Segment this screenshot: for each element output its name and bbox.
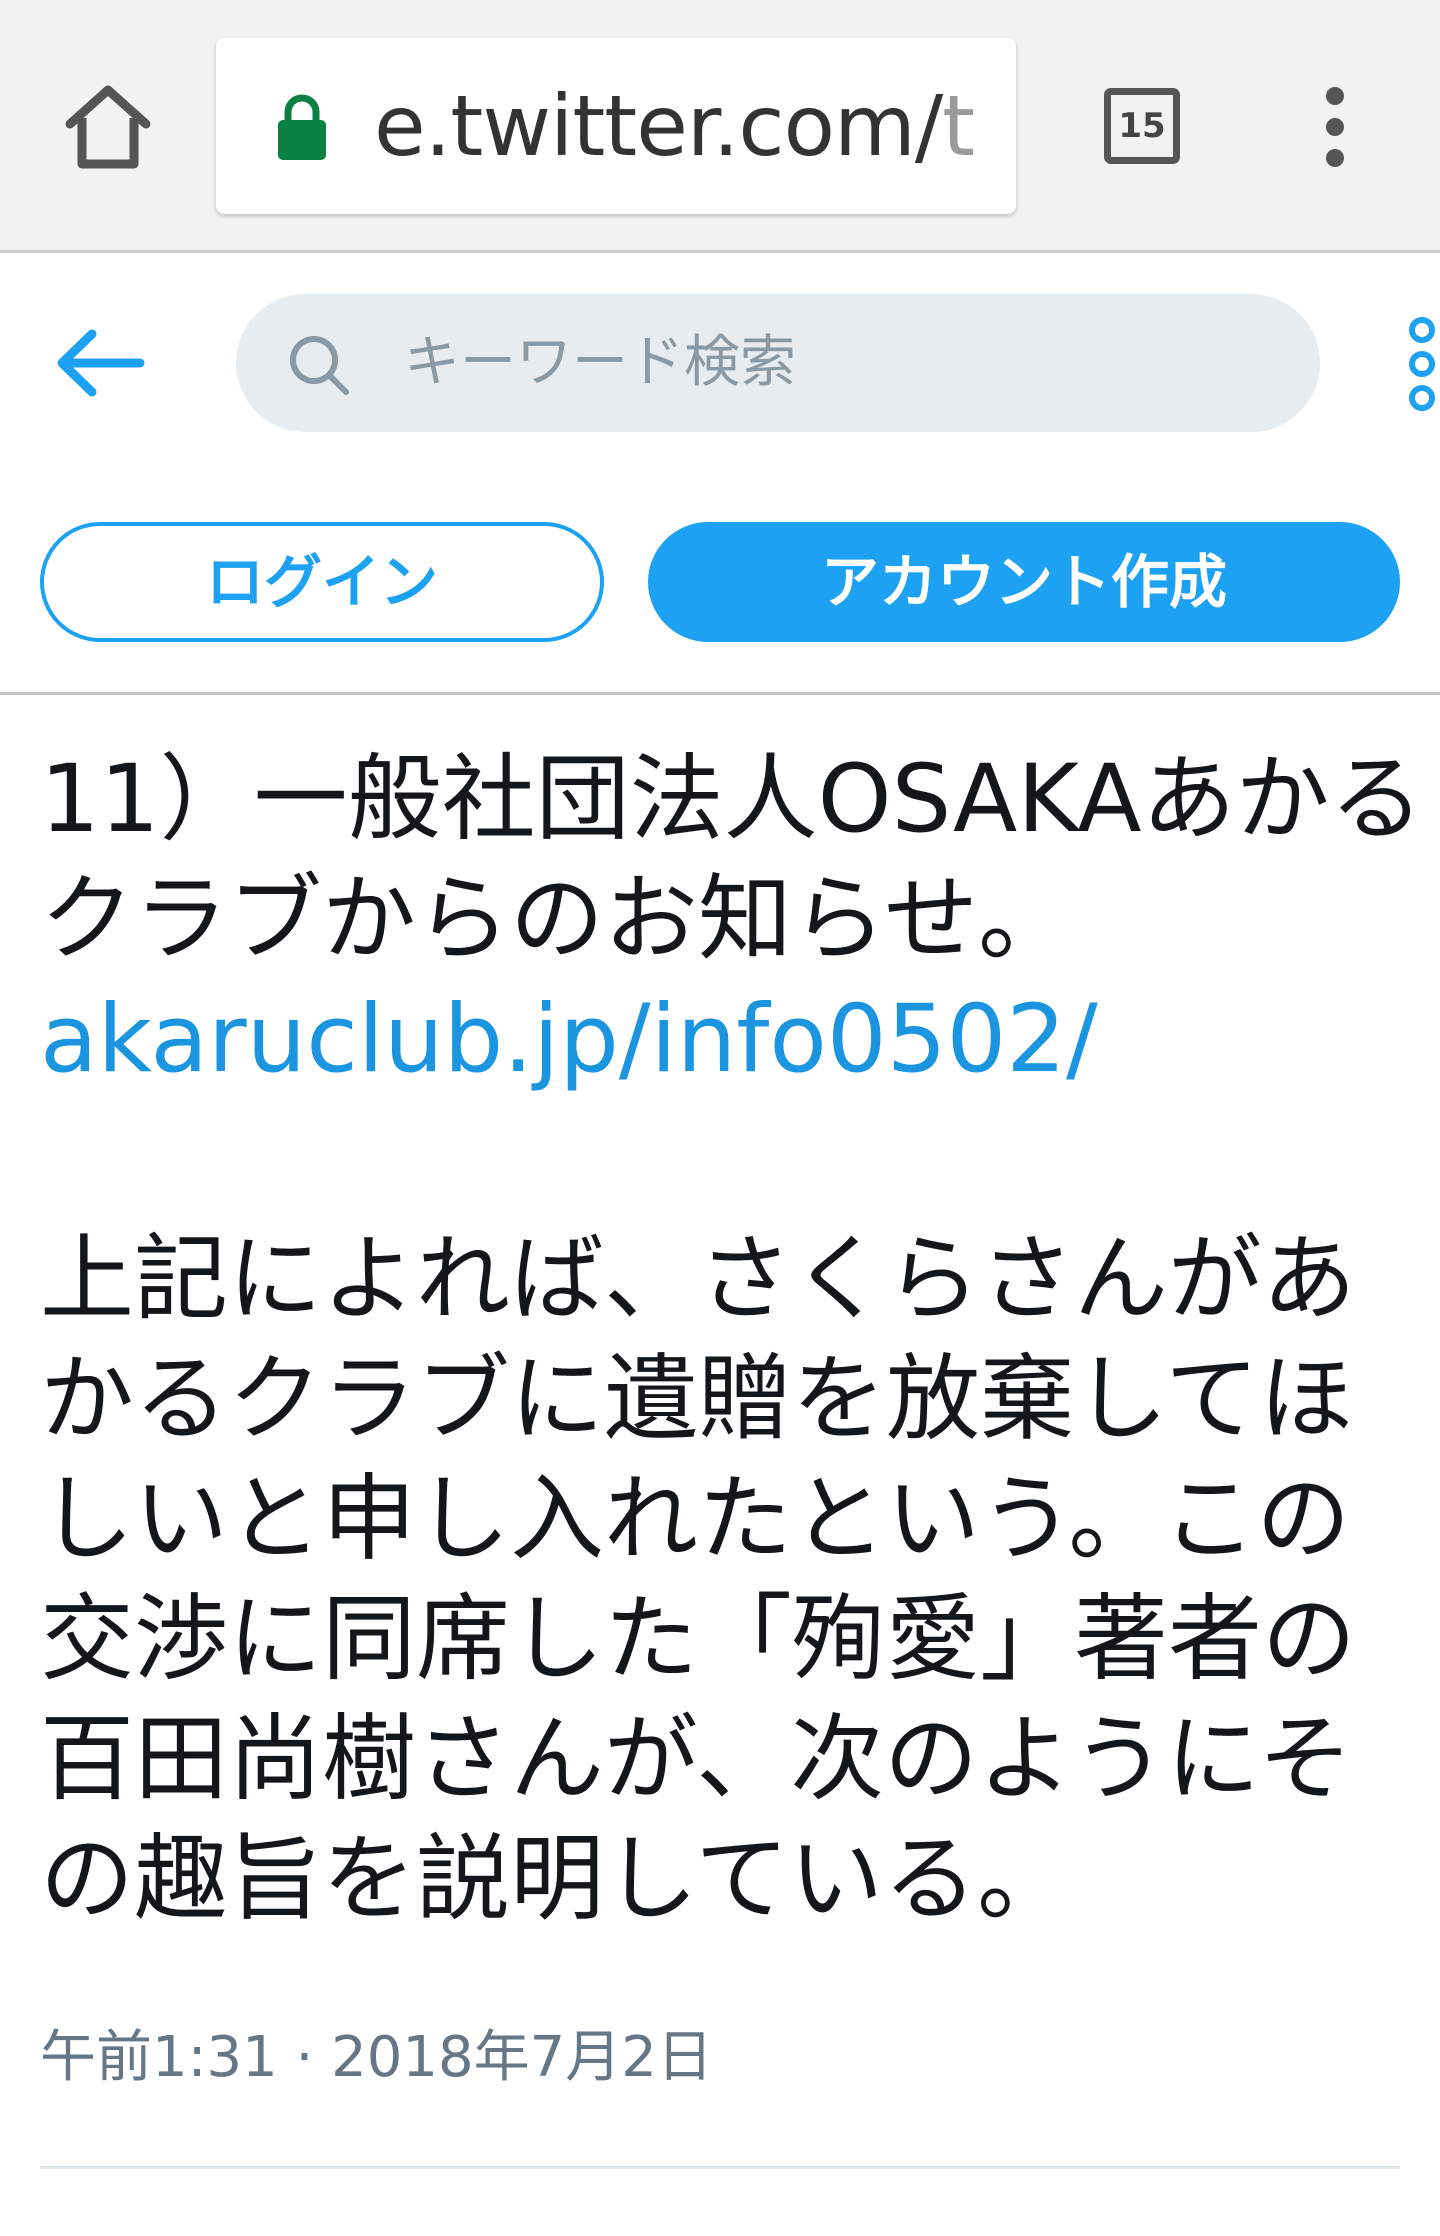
url-main: e.twitter.com/ bbox=[374, 77, 943, 175]
tweet-line: しいと申し入れたという。この bbox=[40, 1465, 1351, 1574]
tweet-line: の趣旨を説明している。 bbox=[40, 1825, 1072, 1934]
tab-count: 15 bbox=[1118, 106, 1166, 146]
tweet-line: クラブからのお知らせ。 bbox=[40, 865, 1073, 974]
address-bar[interactable]: e.twitter.com/t bbox=[216, 38, 1016, 214]
search-input[interactable]: キーワード検索 bbox=[236, 294, 1320, 432]
url-text: e.twitter.com/t bbox=[374, 74, 975, 178]
tab-switcher-button[interactable]: 15 bbox=[1100, 84, 1186, 170]
search-icon bbox=[286, 332, 352, 398]
tweet-link[interactable]: akaruclub.jp/info0502/ bbox=[40, 980, 1420, 1100]
search-placeholder: キーワード検索 bbox=[404, 330, 796, 395]
tweet-divider bbox=[40, 2166, 1400, 2169]
browser-toolbar: e.twitter.com/t 15 bbox=[0, 0, 1440, 253]
tweet-line: 上記によれば、さくらさんがあ bbox=[40, 1225, 1357, 1334]
url-overflow: t bbox=[942, 77, 975, 175]
tweet-line: かるクラブに遺贈を放棄してほ bbox=[40, 1345, 1354, 1454]
tweet-line: 百田尚樹さんが、次のようにそ bbox=[40, 1705, 1353, 1814]
tweet-line: 11）一般社団法人OSAKAあかる bbox=[40, 745, 1424, 854]
lock-icon bbox=[276, 92, 328, 162]
header-divider bbox=[0, 692, 1440, 695]
tweet-text: 11）一般社団法人OSAKAあかる クラブからのお知らせ。 akaruclub.… bbox=[40, 740, 1424, 1940]
signup-button[interactable]: アカウント作成 bbox=[648, 522, 1400, 642]
tweet-line: 交渉に同席した「殉愛」著者の bbox=[40, 1585, 1357, 1694]
back-arrow-icon[interactable] bbox=[52, 318, 148, 408]
more-options-icon[interactable] bbox=[1400, 314, 1440, 414]
tweet-timestamp[interactable]: 午前1:31 · 2018年7月2日 bbox=[40, 2018, 713, 2098]
login-button[interactable]: ログイン bbox=[40, 522, 604, 642]
browser-menu-icon[interactable] bbox=[1310, 84, 1360, 170]
home-icon[interactable] bbox=[58, 78, 158, 178]
